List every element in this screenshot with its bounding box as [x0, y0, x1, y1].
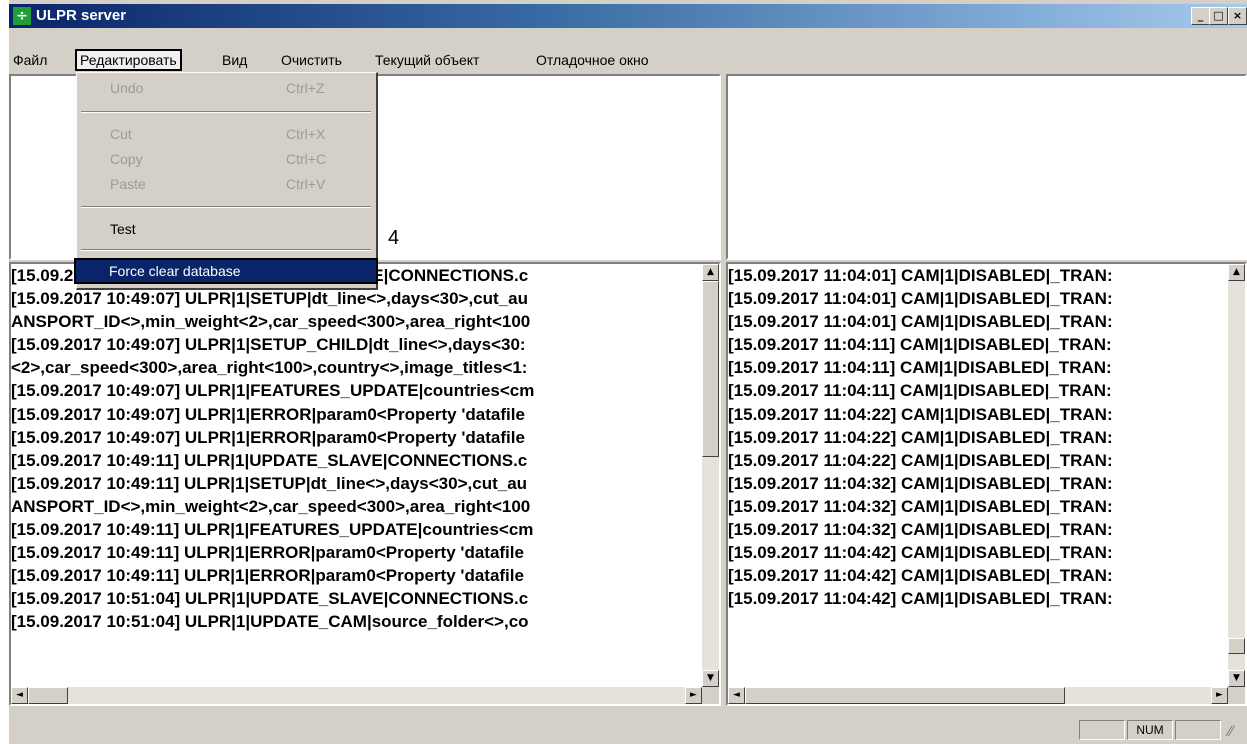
right-log-list: [15.09.2017 11:04:01] CAM|1|DISABLED|_TR… [728, 264, 1113, 610]
maximize-button[interactable]: □ [1209, 7, 1228, 25]
app-icon: ÷ [13, 7, 31, 25]
scroll-left-button[interactable]: ◄ [11, 687, 28, 704]
menu-separator [81, 206, 371, 208]
right-vertical-scrollbar[interactable]: ▲ ▼ [1228, 264, 1245, 687]
log-line: [15.09.2017 11:04:01] CAM|1|DISABLED|_TR… [728, 266, 1113, 285]
scroll-down-button[interactable]: ▼ [1228, 670, 1245, 687]
window-title: ULPR server [36, 7, 127, 24]
left-log-list: [15.09.2017 10:49:07] ULPR|1|UPDATE_SLAV… [11, 264, 534, 634]
left-vertical-scrollbar[interactable]: ▲ ▼ [702, 264, 719, 687]
log-line: ANSPORT_ID<>,min_weight<2>,car_speed<300… [11, 312, 531, 332]
log-line: [15.09.2017 11:04:01] CAM|1|DISABLED|_TR… [728, 312, 1113, 332]
log-line: [15.09.2017 10:49:07] ULPR|1|ERROR|param… [11, 427, 525, 447]
scroll-thumb[interactable] [1228, 638, 1245, 654]
log-line: [15.09.2017 10:49:07] ULPR|1|SETUP_CHILD… [11, 335, 526, 355]
log-line: [15.09.2017 10:49:07] ULPR|1|FEATURES_UP… [11, 381, 535, 401]
left-log-pane[interactable]: [15.09.2017 10:49:07] ULPR|1|UPDATE_SLAV… [9, 262, 721, 706]
minimize-button[interactable]: _ [1191, 7, 1210, 25]
log-line: [15.09.2017 10:49:07] ULPR|1|ERROR|param… [11, 404, 525, 424]
left-horizontal-scrollbar[interactable]: ◄ ► [11, 687, 702, 704]
scroll-down-button[interactable]: ▼ [702, 670, 719, 687]
log-line: [15.09.2017 10:49:11] ULPR|1|ERROR|param… [11, 566, 524, 586]
title-bar[interactable]: ÷ ULPR server _ □ × [9, 4, 1247, 28]
scroll-up-button[interactable]: ▲ [702, 264, 719, 281]
log-line: [15.09.2017 11:04:32] CAM|1|DISABLED|_TR… [728, 496, 1113, 516]
log-line: [15.09.2017 10:49:11] ULPR|1|SETUP|dt_li… [11, 473, 528, 493]
menu-edit[interactable]: Редактировать [75, 49, 182, 71]
log-line: [15.09.2017 10:49:11] ULPR|1|ERROR|param… [11, 543, 524, 563]
menu-separator [81, 249, 371, 251]
status-num: NUM [1127, 720, 1173, 740]
menu-clear[interactable]: Очистить [281, 51, 342, 69]
menu-item-copy[interactable]: Copy Ctrl+C [77, 148, 375, 170]
scroll-thumb[interactable] [702, 281, 719, 457]
scroll-corner [702, 687, 719, 704]
top-right-pane[interactable] [726, 74, 1247, 260]
log-line: [15.09.2017 11:04:42] CAM|1|DISABLED|_TR… [728, 566, 1113, 586]
log-line: [15.09.2017 10:51:04] ULPR|1|UPDATE_CAM|… [11, 612, 529, 632]
log-line: ANSPORT_ID<>,min_weight<2>,car_speed<300… [11, 496, 531, 516]
menu-file[interactable]: Файл [13, 51, 47, 69]
log-line: [15.09.2017 11:04:01] CAM|1|DISABLED|_TR… [728, 289, 1113, 309]
log-line: [15.09.2017 11:04:22] CAM|1|DISABLED|_TR… [728, 450, 1113, 470]
menu-item-cut[interactable]: Cut Ctrl+X [77, 123, 375, 145]
menu-item-test[interactable]: Test [77, 218, 375, 240]
hscroll-thumb[interactable] [745, 687, 1065, 704]
close-button[interactable]: × [1228, 7, 1247, 25]
log-line: [15.09.2017 11:04:11] CAM|1|DISABLED|_TR… [728, 358, 1112, 378]
log-line: [15.09.2017 11:04:42] CAM|1|DISABLED|_TR… [728, 589, 1113, 609]
menu-view[interactable]: Вид [222, 51, 247, 69]
log-line: [15.09.2017 11:04:42] CAM|1|DISABLED|_TR… [728, 543, 1113, 563]
log-line: [15.09.2017 11:04:32] CAM|1|DISABLED|_TR… [728, 473, 1113, 493]
log-line: [15.09.2017 10:49:07] ULPR|1|SETUP|dt_li… [11, 289, 528, 309]
log-line: [15.09.2017 10:51:04] ULPR|1|UPDATE_SLAV… [11, 589, 529, 609]
menu-item-paste[interactable]: Paste Ctrl+V [77, 173, 375, 195]
app-window: ÷ ULPR server _ □ × Файл Редактировать В… [9, 0, 1247, 744]
menu-item-undo[interactable]: Undo Ctrl+Z [77, 77, 375, 99]
scroll-up-button[interactable]: ▲ [1228, 264, 1245, 281]
log-line: [15.09.2017 11:04:22] CAM|1|DISABLED|_TR… [728, 427, 1113, 447]
menu-debug-window[interactable]: Отладочное окно [536, 51, 649, 69]
log-line: [15.09.2017 11:04:32] CAM|1|DISABLED|_TR… [728, 520, 1113, 540]
scroll-corner [1228, 687, 1245, 704]
scroll-right-button[interactable]: ► [1211, 687, 1228, 704]
right-log-pane[interactable]: [15.09.2017 11:04:01] CAM|1|DISABLED|_TR… [726, 262, 1247, 706]
log-line: [15.09.2017 10:49:11] ULPR|1|FEATURES_UP… [11, 520, 534, 540]
resize-grip-icon[interactable]: ⁄⁄ [1228, 724, 1233, 740]
hscroll-thumb[interactable] [28, 687, 68, 704]
log-line: [15.09.2017 11:04:22] CAM|1|DISABLED|_TR… [728, 404, 1113, 424]
log-line: [15.09.2017 11:04:11] CAM|1|DISABLED|_TR… [728, 335, 1112, 355]
status-bar: NUM ⁄⁄ [9, 716, 1247, 744]
menu-current-object[interactable]: Текущий объект [375, 51, 479, 69]
edit-dropdown-menu: Undo Ctrl+Z Cut Ctrl+X Copy Ctrl+C Paste… [74, 72, 378, 290]
right-horizontal-scrollbar[interactable]: ◄ ► [728, 687, 1228, 704]
scroll-left-button[interactable]: ◄ [728, 687, 745, 704]
menu-separator [81, 111, 371, 113]
log-line: <2>,car_speed<300>,area_right<100>,count… [11, 358, 528, 378]
menu-item-force-clear-database[interactable]: Force clear database [74, 258, 378, 284]
log-line: [15.09.2017 10:49:11] ULPR|1|UPDATE_SLAV… [11, 450, 528, 470]
callout-number: 4 [388, 227, 400, 249]
menu-bar: Файл Редактировать Вид Очистить Текущий … [9, 48, 1247, 72]
status-panel-empty [1079, 720, 1125, 740]
status-panel-empty [1175, 720, 1221, 740]
scroll-right-button[interactable]: ► [685, 687, 702, 704]
log-line: [15.09.2017 11:04:11] CAM|1|DISABLED|_TR… [728, 381, 1112, 401]
